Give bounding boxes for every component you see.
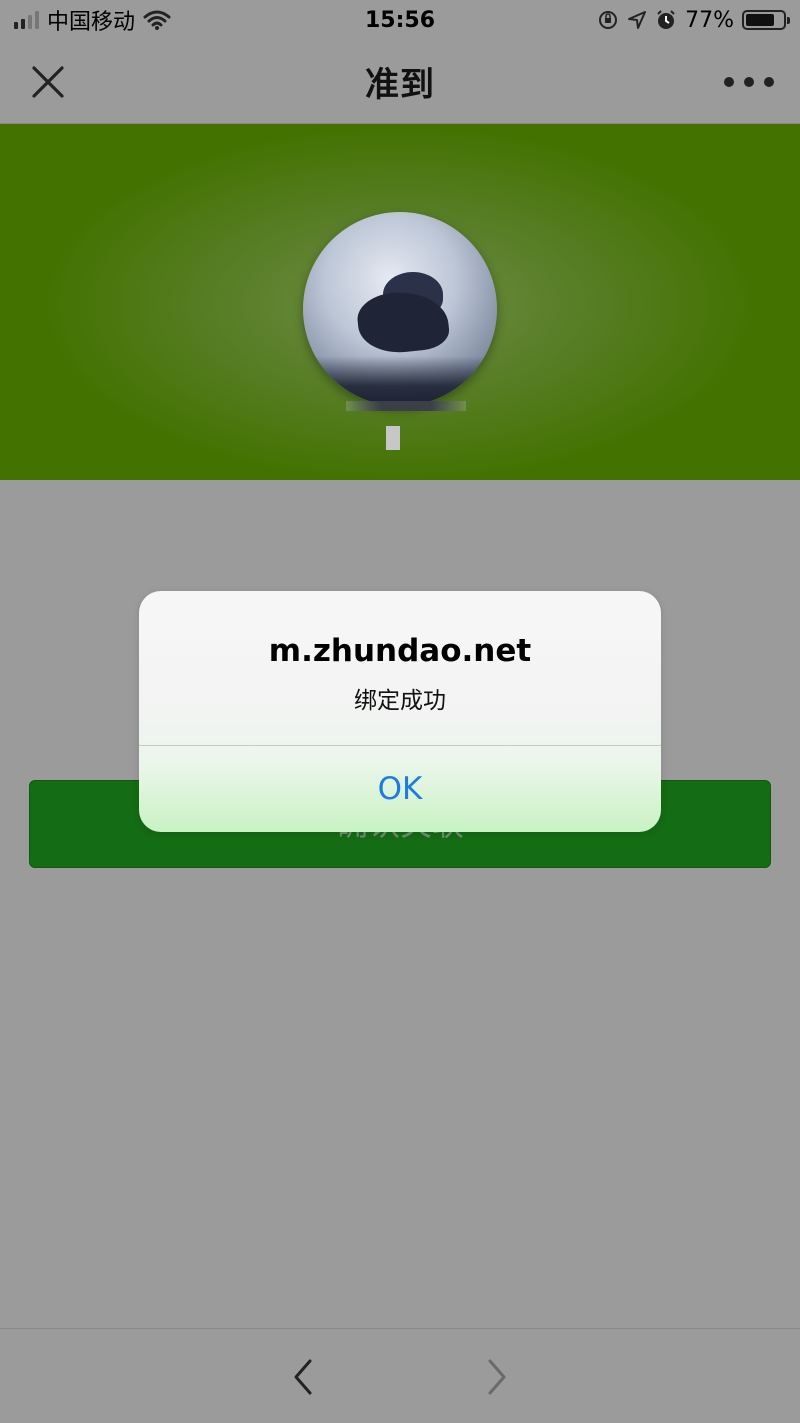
alarm-icon xyxy=(657,10,675,29)
alert-message: 绑定成功 xyxy=(354,688,446,714)
avatar xyxy=(303,212,497,406)
chevron-right-icon[interactable] xyxy=(480,1357,512,1397)
profile-banner xyxy=(0,124,800,480)
bottom-toolbar xyxy=(0,1328,800,1423)
orientation-lock-icon xyxy=(599,11,618,29)
battery-icon xyxy=(742,10,790,30)
battery-percent: 77% xyxy=(685,7,734,33)
battery-fill xyxy=(746,14,774,26)
status-bar: 中国移动 15:56 77% xyxy=(0,0,800,40)
alert-title: m.zhundao.net xyxy=(268,633,532,669)
close-icon[interactable] xyxy=(28,62,68,102)
carrier-label: 中国移动 xyxy=(47,10,136,35)
alert-dialog: m.zhundao.net 绑定成功 OK xyxy=(139,591,661,832)
location-icon xyxy=(628,11,647,29)
chevron-left-icon[interactable] xyxy=(288,1357,320,1397)
status-right: 77% xyxy=(597,7,790,33)
more-dots-icon[interactable] xyxy=(724,70,774,94)
alert-ok-button[interactable]: OK xyxy=(139,746,661,832)
avatar-grass xyxy=(303,356,497,406)
wifi-icon xyxy=(143,10,171,30)
blurred-subtitle xyxy=(386,426,400,450)
blurred-username xyxy=(346,401,466,411)
signal-icon xyxy=(14,11,39,29)
page-title: 准到 xyxy=(365,65,435,105)
status-left: 中国移动 xyxy=(14,4,171,36)
nav-bar: 准到 xyxy=(0,40,800,124)
